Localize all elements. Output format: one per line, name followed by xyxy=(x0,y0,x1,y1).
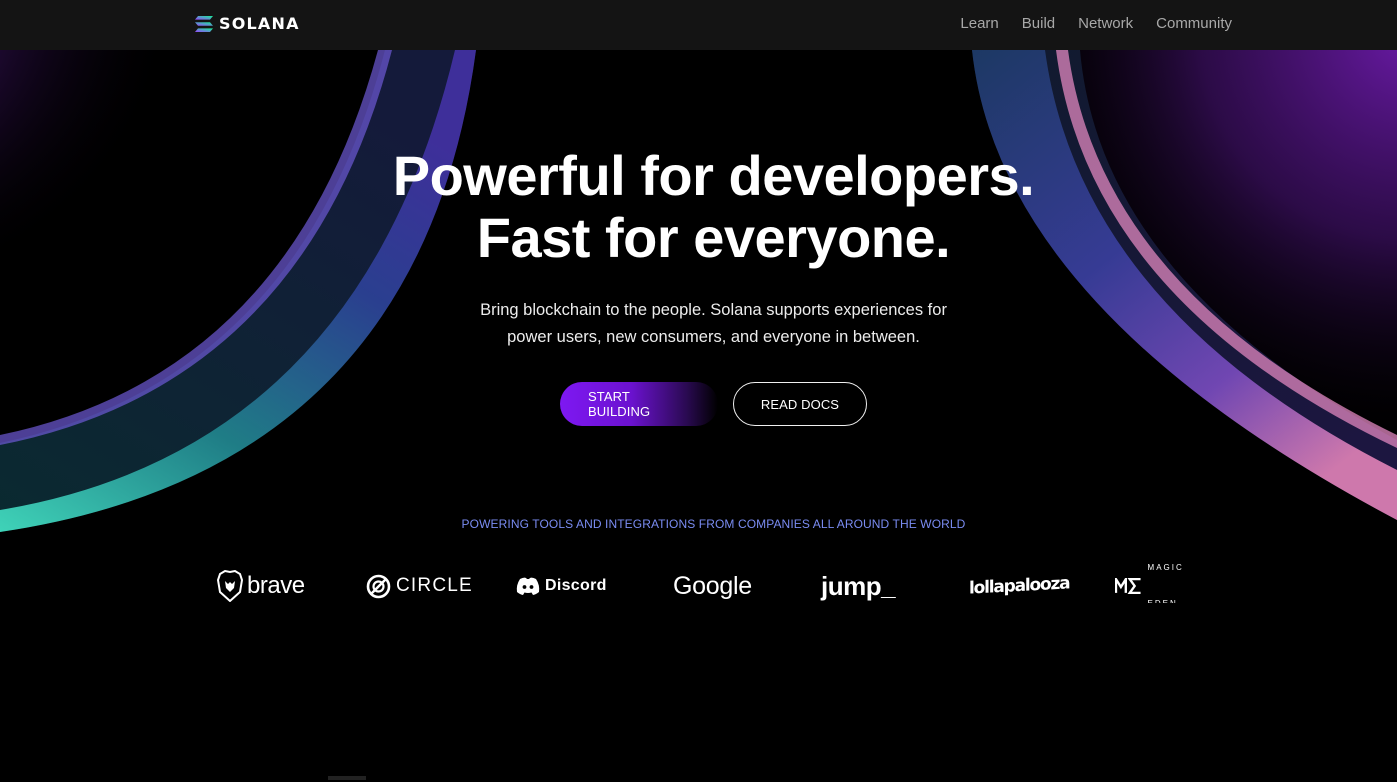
circle-logo[interactable]: CIRCLE xyxy=(366,568,473,603)
brave-logo[interactable]: brave xyxy=(217,568,305,603)
partner-logo-row: brave CIRCLE Discord Google jump_ lollap… xyxy=(217,563,1217,603)
discord-controller-icon xyxy=(516,577,540,595)
hero-subtitle: Bring blockchain to the people. Solana s… xyxy=(0,297,1397,351)
jump-wordmark: jump_ xyxy=(821,571,896,601)
solana-mark-icon xyxy=(195,16,213,32)
next-section-edge xyxy=(328,776,366,780)
brave-wordmark: brave xyxy=(247,572,305,599)
magic-eden-logo[interactable]: MAGIC EDEN xyxy=(1115,563,1217,603)
hero-subtitle-line-1: Bring blockchain to the people. Solana s… xyxy=(480,301,947,319)
nav-build[interactable]: Build xyxy=(1022,15,1055,33)
nav-network[interactable]: Network xyxy=(1078,15,1133,33)
nav-community[interactable]: Community xyxy=(1156,15,1232,33)
read-docs-button[interactable]: READ DOCS xyxy=(733,382,867,426)
top-navigation-bar: SOLANA Learn Build Network Community xyxy=(0,0,1397,50)
circle-wordmark: CIRCLE xyxy=(396,575,473,596)
magic-eden-wordmark: MAGIC EDEN xyxy=(1147,563,1184,603)
google-logo[interactable]: Google xyxy=(673,568,752,603)
hero-title: Powerful for developers. Fast for everyo… xyxy=(0,145,1397,269)
hero-section: Powerful for developers. Fast for everyo… xyxy=(0,50,1397,603)
hero-cta-group: START BUILDING READ DOCS xyxy=(560,382,867,426)
lollapalooza-wordmark: lollapalooza xyxy=(969,573,1070,599)
hero-title-line-1: Powerful for developers. xyxy=(392,144,1035,207)
circle-ring-icon xyxy=(366,574,391,598)
nav-learn[interactable]: Learn xyxy=(960,15,998,33)
brave-lion-icon xyxy=(217,570,243,602)
start-building-button[interactable]: START BUILDING xyxy=(560,382,718,426)
hero-subtitle-line-2: power users, new consumers, and everyone… xyxy=(507,328,920,346)
main-nav: Learn Build Network Community xyxy=(960,15,1232,33)
jump-logo[interactable]: jump_ xyxy=(821,568,896,603)
hero-title-line-2: Fast for everyone. xyxy=(476,206,951,269)
magic-eden-mark-icon xyxy=(1115,578,1141,594)
partners-label: POWERING TOOLS AND INTEGRATIONS FROM COM… xyxy=(461,517,966,531)
discord-wordmark: Discord xyxy=(545,577,607,594)
lollapalooza-logo[interactable]: lollapalooza xyxy=(969,568,1069,603)
solana-logo[interactable]: SOLANA xyxy=(195,14,300,34)
brand-wordmark: SOLANA xyxy=(219,14,300,33)
google-wordmark: Google xyxy=(673,572,752,600)
discord-logo[interactable]: Discord xyxy=(516,568,607,603)
